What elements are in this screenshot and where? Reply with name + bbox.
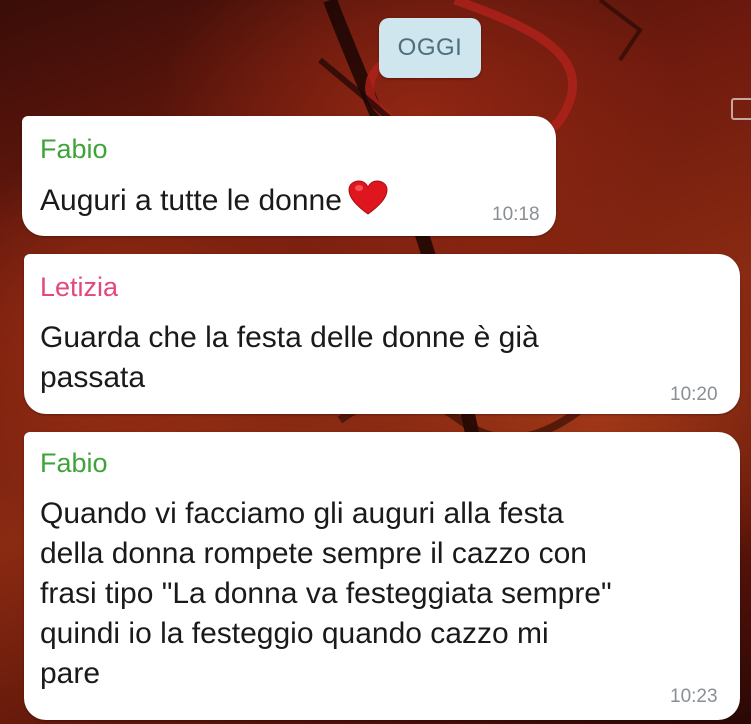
message-timestamp: 10:20 bbox=[670, 384, 718, 405]
red-heart-icon bbox=[348, 180, 388, 215]
message-bubble[interactable]: Fabio Auguri a tutte le donne 10:18 bbox=[22, 116, 556, 236]
message-bubble[interactable]: Letizia Guarda che la festa delle donne … bbox=[24, 254, 740, 414]
message-timestamp: 10:18 bbox=[492, 204, 540, 225]
message-text: Auguri a tutte le donne bbox=[40, 180, 388, 221]
sender-name[interactable]: Fabio bbox=[40, 448, 108, 479]
message-text: Quando vi facciamo gli auguri alla festa… bbox=[40, 497, 612, 690]
side-panel-icon bbox=[731, 98, 751, 120]
message-timestamp: 10:23 bbox=[670, 686, 718, 707]
date-separator: OGGI bbox=[379, 18, 481, 78]
sender-name[interactable]: Fabio bbox=[40, 134, 108, 165]
message-text: Guarda che la festa delle donne è già pa… bbox=[40, 321, 539, 394]
message-bubble[interactable]: Fabio Quando vi facciamo gli auguri alla… bbox=[24, 432, 740, 720]
sender-name[interactable]: Letizia bbox=[40, 272, 118, 303]
date-label: OGGI bbox=[397, 34, 463, 61]
